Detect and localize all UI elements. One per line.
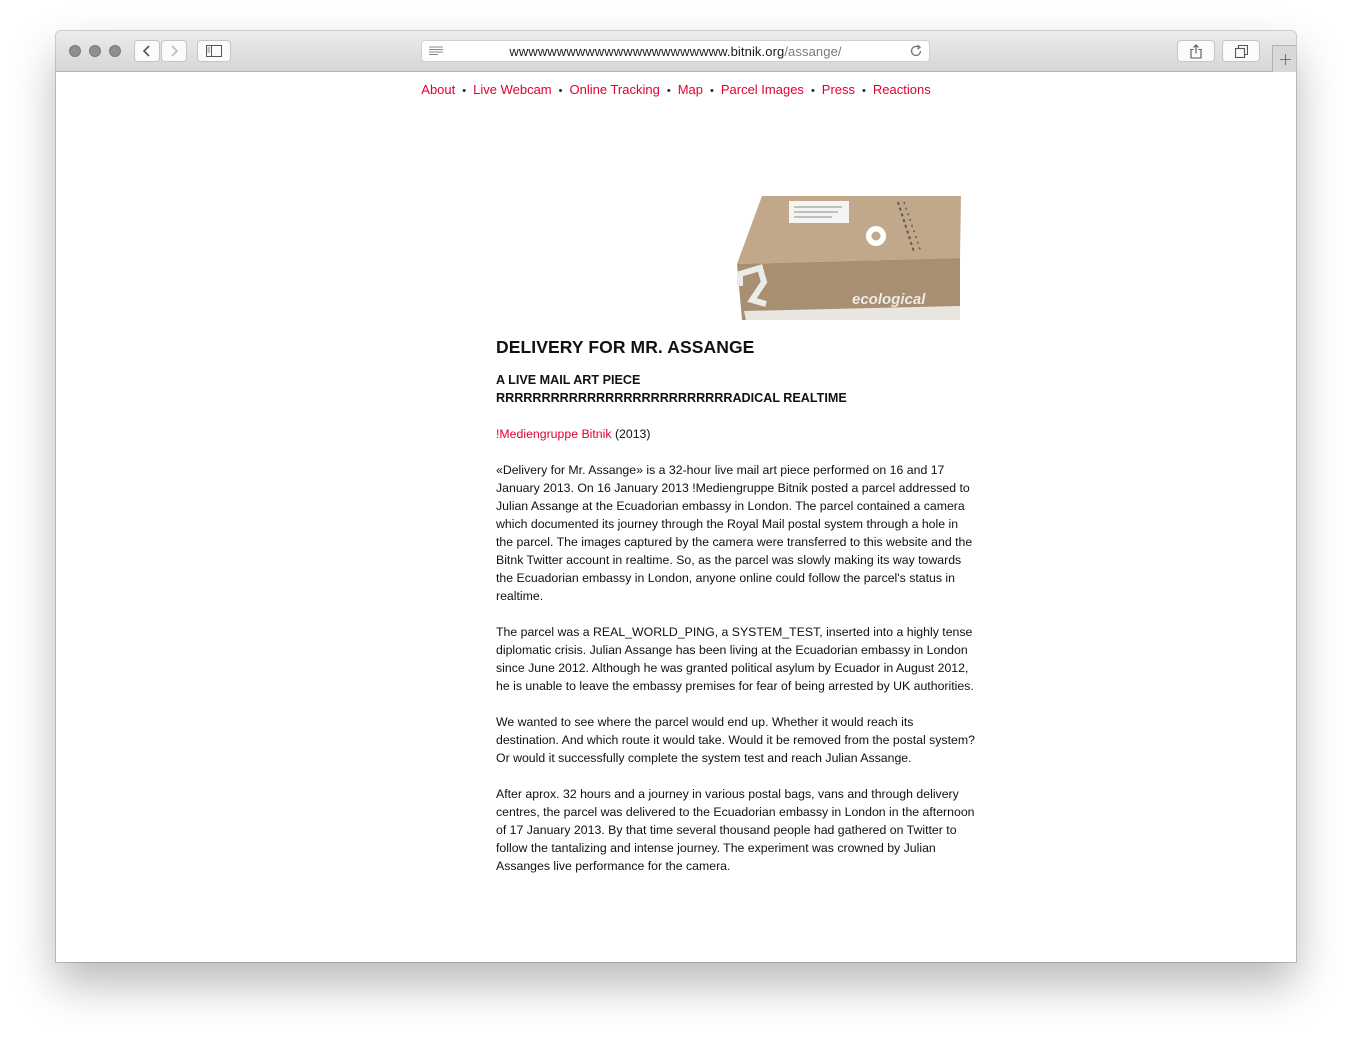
show-tabs-button[interactable] (1222, 40, 1260, 62)
minimize-window-button[interactable] (89, 45, 101, 57)
article-paragraph: We wanted to see where the parcel would … (496, 715, 975, 765)
chevron-right-icon (171, 45, 179, 57)
site-nav: About • Live Webcam • Online Tracking • Map • Pa… (56, 82, 1296, 97)
chevron-left-icon (142, 45, 150, 57)
browser-window: wwwwwwwwwwwwwwwwwwwwwww.bitnik.org/assan… (56, 31, 1296, 962)
nav-separator: • (666, 85, 671, 97)
zoom-window-button[interactable] (109, 45, 121, 57)
url-text: wwwwwwwwwwwwwwwwwwwwwww.bitnik.org/assan… (422, 44, 929, 59)
nav-separator: • (709, 85, 714, 97)
new-tab-button[interactable] (1272, 45, 1296, 72)
address-bar[interactable]: wwwwwwwwwwwwwwwwwwwwwww.bitnik.org/assan… (421, 40, 930, 62)
nav-link-live-webcam[interactable]: Live Webcam (473, 82, 552, 97)
box-label-text: ecological (852, 291, 926, 308)
back-button[interactable] (134, 40, 160, 62)
share-icon (1190, 43, 1202, 59)
nav-separator: • (862, 85, 866, 97)
year-text: (2013) (611, 427, 651, 441)
parcel-box-image: ecological (737, 196, 961, 320)
web-page: About • Live Webcam • Online Tracking • Map • Pa… (56, 72, 1296, 962)
nav-separator: • (810, 85, 815, 97)
tabs-overview-icon (1234, 44, 1248, 58)
subtitle-line: RRRRRRRRRRRRRRRRRRRRRRRRRRADICAL REALTIM… (496, 391, 847, 405)
article-paragraph: «Delivery for Mr. Assange» is a 32-hour … (496, 463, 973, 603)
nav-separator: • (558, 85, 563, 97)
close-window-button[interactable] (69, 45, 81, 57)
sidebar-icon (206, 45, 222, 57)
nav-link-map[interactable]: Map (678, 82, 703, 97)
nav-link-online-tracking[interactable]: Online Tracking (570, 82, 660, 97)
share-button[interactable] (1177, 40, 1215, 62)
nav-link-parcel-images[interactable]: Parcel Images (721, 82, 804, 97)
article: DELIVERY FOR MR. ASSANGE A LIVE MAIL ART… (496, 337, 976, 893)
reload-icon[interactable] (910, 44, 923, 58)
nav-link-about[interactable]: About (421, 82, 455, 97)
url-host: wwwwwwwwwwwwwwwwwwwwwww.bitnik.org (509, 44, 785, 59)
article-title: DELIVERY FOR MR. ASSANGE (496, 337, 755, 357)
plus-icon (1279, 53, 1291, 65)
sidebar-toggle-button[interactable] (197, 40, 231, 62)
subtitle-line: A LIVE MAIL ART PIECE (496, 373, 641, 387)
article-paragraph: The parcel was a REAL_WORLD_PING, a SYST… (496, 625, 974, 693)
forward-button[interactable] (161, 40, 187, 62)
nav-separator: • (462, 85, 467, 97)
article-paragraph: After aprox. 32 hours and a journey in v… (496, 787, 975, 873)
article-subtitle: A LIVE MAIL ART PIECE RRRRRRRRRRRRRRRRRRR… (496, 371, 976, 407)
credit-line: !Mediengruppe Bitnik (2013) (496, 425, 976, 443)
nav-link-press[interactable]: Press (822, 82, 855, 97)
author-link[interactable]: !Mediengruppe Bitnik (496, 427, 612, 441)
url-path: /assange/ (784, 44, 842, 59)
browser-toolbar: wwwwwwwwwwwwwwwwwwwwwww.bitnik.org/assan… (56, 31, 1296, 72)
nav-link-reactions[interactable]: Reactions (873, 82, 931, 97)
